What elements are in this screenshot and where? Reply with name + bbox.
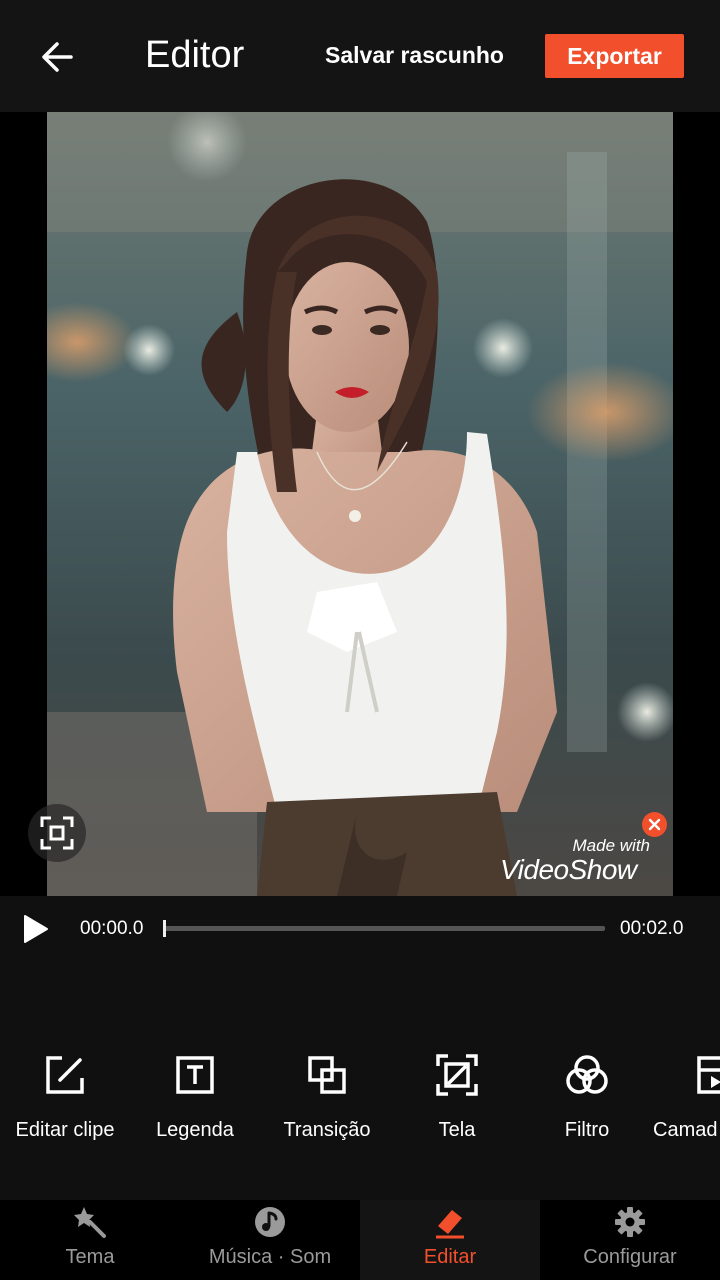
- export-button[interactable]: Exportar: [545, 34, 684, 78]
- tool-label: Editar clipe: [15, 1119, 115, 1141]
- tool-label: Transição: [283, 1119, 371, 1141]
- save-draft-button[interactable]: Salvar rascunho: [325, 42, 504, 69]
- gear-icon: [615, 1207, 645, 1237]
- nav-label: Configurar: [583, 1246, 677, 1268]
- transition-icon: [308, 1056, 346, 1094]
- arrow-left-icon: [42, 42, 73, 72]
- play-icon[interactable]: [18, 912, 52, 946]
- watermark-caption: Made with: [572, 836, 650, 855]
- tool-layer[interactable]: Camad: [653, 1040, 720, 1150]
- nav-settings[interactable]: Configurar: [540, 1200, 720, 1280]
- tool-label: Filtro: [564, 1119, 610, 1141]
- watermark: Made with VideoShow: [500, 832, 660, 888]
- bottom-navigation: Tema Música · Som Editar Configurar: [0, 1200, 720, 1280]
- layer-icon: [697, 1056, 720, 1094]
- fullscreen-button[interactable]: [28, 804, 86, 862]
- page-title: Editor: [145, 34, 245, 76]
- close-icon: [648, 818, 661, 831]
- remove-watermark-button[interactable]: [642, 812, 667, 837]
- timeline-scrubber[interactable]: [163, 920, 605, 937]
- text-icon: [176, 1056, 214, 1094]
- edit-clip-icon: [46, 1056, 84, 1094]
- tool-label: Legenda: [156, 1119, 234, 1141]
- watermark-brand: VideoShow: [500, 854, 637, 885]
- tool-label: Camad: [653, 1119, 718, 1141]
- crop-icon: [436, 1054, 478, 1096]
- tool-edit-clip[interactable]: Editar clipe: [14, 1040, 116, 1150]
- tool-caption[interactable]: Legenda: [150, 1040, 240, 1150]
- nav-label: Tema: [65, 1246, 115, 1268]
- back-button[interactable]: [30, 30, 84, 84]
- edit-toolbar: Editar clipe Legenda Transição Tela Filt…: [0, 1040, 720, 1160]
- fullscreen-icon: [40, 816, 74, 850]
- total-time: 00:02.0: [620, 918, 684, 939]
- nav-label: Música · Som: [208, 1246, 332, 1268]
- tool-label: Tela: [438, 1119, 476, 1141]
- preview-image: [47, 112, 673, 896]
- timeline-thumb[interactable]: [163, 920, 166, 937]
- nav-theme[interactable]: Tema: [0, 1200, 180, 1280]
- top-bar: Editor Salvar rascunho Exportar: [0, 0, 720, 112]
- tool-filter[interactable]: Filtro: [544, 1040, 630, 1150]
- music-note-icon: [255, 1207, 285, 1237]
- playback-bar: 00:00.0 00:02.0: [0, 896, 720, 960]
- tool-canvas[interactable]: Tela: [414, 1040, 500, 1150]
- theme-wand-icon: [74, 1207, 106, 1238]
- filter-icon: [566, 1055, 608, 1094]
- video-preview[interactable]: Made with VideoShow: [0, 112, 720, 896]
- tool-transition[interactable]: Transição: [278, 1040, 376, 1150]
- eraser-edit-icon: [436, 1210, 464, 1239]
- nav-edit[interactable]: Editar: [360, 1200, 540, 1280]
- nav-music[interactable]: Música · Som: [180, 1200, 360, 1280]
- nav-label: Editar: [423, 1246, 477, 1268]
- current-time: 00:00.0: [80, 918, 144, 939]
